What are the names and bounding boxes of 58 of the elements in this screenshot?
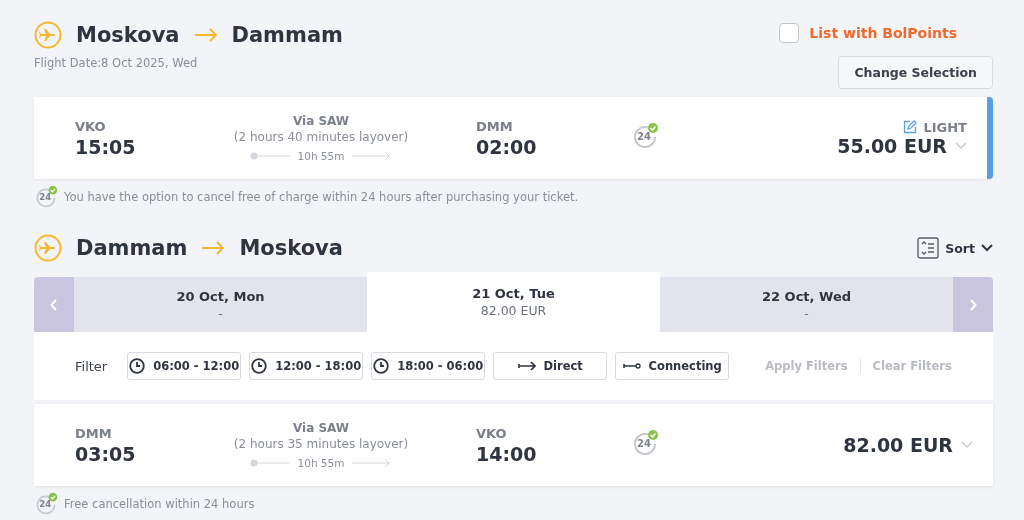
destination-city: Moskova — [239, 236, 343, 260]
sort-label[interactable]: Sort — [945, 240, 975, 256]
flight-card[interactable]: DMM 03:05 Via SAW (2 hours 35 minutes layover) 10h 55m VKO 14:00 24 82.00 EUR — [34, 404, 993, 486]
previous-date-button[interactable] — [34, 277, 74, 332]
filter-option-button[interactable]: Direct — [493, 352, 608, 380]
date-tab[interactable]: 21 Oct, Tue 82.00 EUR — [367, 272, 660, 332]
origin-city: Dammam — [76, 236, 188, 260]
airplane-icon — [34, 21, 62, 49]
filter-option-button[interactable]: 06:00 - 12:00 — [127, 352, 242, 380]
arrow-icon — [352, 458, 393, 468]
sort-icon[interactable] — [917, 237, 940, 259]
clock-icon — [251, 358, 268, 374]
layover-text: (2 hours 40 minutes layover) — [233, 130, 409, 144]
double-arrow-icon — [517, 361, 536, 371]
arrival-time: 02:00 — [476, 135, 538, 158]
route-line-icon — [249, 152, 290, 160]
price-text: 55.00 EUR — [837, 134, 947, 157]
filter-option-button[interactable]: 18:00 - 06:00 — [371, 352, 486, 380]
filter-label: Filter — [75, 358, 108, 374]
flight-date: Flight Date:8 Oct 2025, Wed — [34, 56, 199, 70]
cancellation-note: Free cancellation within 24 hours — [64, 497, 255, 511]
clock-icon — [129, 358, 146, 374]
via-airport: Via SAW — [292, 114, 350, 128]
date-tab[interactable]: 22 Oct, Wed - — [660, 277, 953, 332]
chevron-right-icon — [969, 298, 977, 311]
arrow-icon — [352, 151, 393, 161]
arrival-time: 14:00 — [476, 442, 538, 465]
chevron-left-icon — [50, 298, 58, 311]
filter-option-button[interactable]: 12:00 - 18:00 — [249, 352, 364, 380]
duration-text: 10h 55m — [297, 150, 345, 162]
fare-name: LIGHT — [923, 119, 967, 135]
price-text: 82.00 EUR — [843, 434, 953, 456]
cancellation-note: You have the option to cancel free of charge within 24 hours after purchasing your ticket. — [64, 190, 579, 204]
departure-time: 03:05 — [75, 442, 137, 465]
edit-icon — [903, 120, 918, 134]
origin-city: Moskova — [76, 23, 180, 47]
route-line-icon — [249, 459, 290, 467]
chevron-down-icon[interactable] — [981, 244, 993, 252]
airport-code: VKO — [75, 118, 107, 134]
airport-code: VKO — [476, 425, 508, 441]
next-date-button[interactable] — [953, 277, 993, 332]
airport-code: DMM — [75, 425, 113, 441]
airport-code: DMM — [476, 118, 514, 134]
bolpoints-checkbox[interactable] — [779, 23, 800, 43]
duration-text: 10h 55m — [297, 457, 345, 469]
arrow-icon — [201, 241, 226, 255]
clock-icon — [373, 358, 390, 374]
via-airport: Via SAW — [292, 421, 350, 435]
connection-line-icon — [622, 361, 641, 371]
change-selection-button[interactable]: Change Selection — [838, 56, 993, 89]
date-tab[interactable]: 20 Oct, Mon - — [74, 277, 367, 332]
layover-text: (2 hours 35 minutes layover) — [233, 437, 409, 451]
flight-card[interactable]: VKO 15:05 Via SAW (2 hours 40 minutes layover) 10h 55m DMM 02:00 24 LIGHT 55.00 EUR — [34, 97, 993, 179]
arrow-icon — [193, 28, 218, 42]
filter-option-button[interactable]: Connecting — [615, 352, 730, 380]
airplane-icon — [34, 234, 62, 262]
destination-city: Dammam — [231, 23, 343, 47]
departure-time: 15:05 — [75, 135, 137, 158]
